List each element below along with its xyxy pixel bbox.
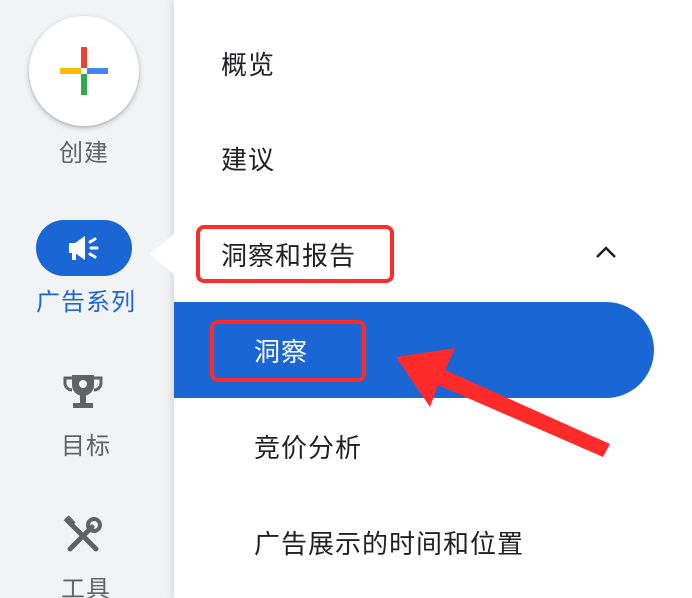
tools-label[interactable]: 工具 (0, 569, 173, 598)
panel-pointer (150, 232, 176, 276)
goals-label[interactable]: 目标 (0, 426, 173, 461)
annotation-box-insights (210, 320, 366, 382)
annotation-arrow (396, 348, 610, 457)
create-label: 创建 (59, 139, 109, 167)
menu-item-recommendations[interactable]: 建议 (221, 140, 275, 177)
menu-item-when-where-ads-showed[interactable]: 广告展示的时间和位置 (254, 524, 524, 561)
left-nav-rail: 创建 广告系列 目标 工具 (0, 0, 174, 598)
plus-icon (60, 47, 108, 95)
menu-item-overview[interactable]: 概览 (221, 45, 275, 82)
create-button[interactable] (29, 16, 139, 126)
chevron-up-icon[interactable] (594, 244, 618, 260)
campaigns-label[interactable]: 广告系列 (0, 282, 173, 317)
submenu-panel (174, 0, 692, 598)
campaigns-nav-item[interactable] (36, 220, 132, 276)
megaphone-icon (69, 236, 99, 260)
menu-item-auction-insights[interactable]: 竞价分析 (254, 428, 362, 465)
annotation-box-insights-and-reports (196, 225, 394, 283)
trophy-icon[interactable] (62, 371, 104, 413)
tools-icon[interactable] (62, 515, 104, 557)
